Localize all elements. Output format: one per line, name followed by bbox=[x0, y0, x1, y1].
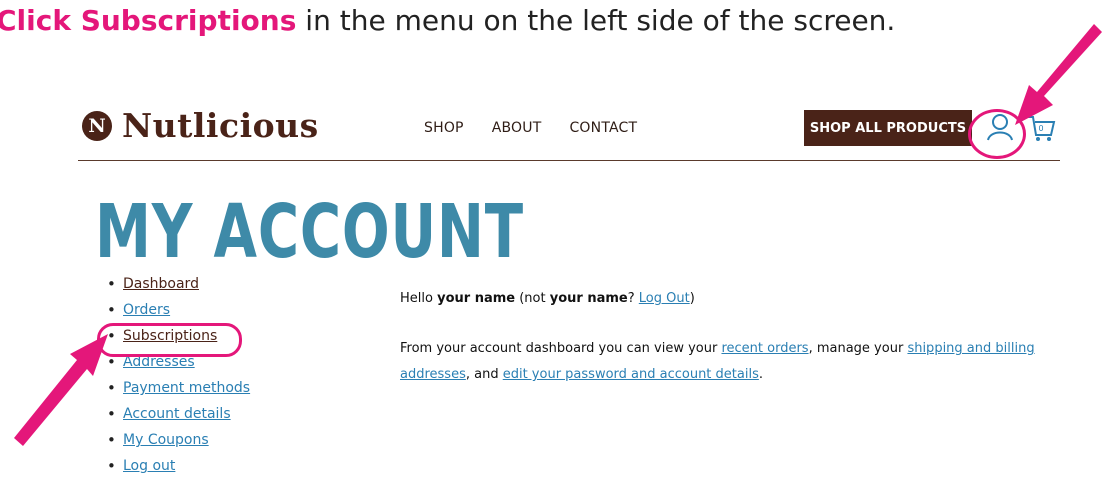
menu-link-log-out[interactable]: Log out bbox=[123, 458, 175, 474]
hello-question: ? bbox=[627, 291, 639, 306]
nav-about[interactable]: ABOUT bbox=[492, 120, 542, 136]
dashboard-text-1: From your account dashboard you can view… bbox=[400, 341, 722, 356]
nav-shop[interactable]: SHOP bbox=[424, 120, 464, 136]
logo-text: Nutlicious bbox=[122, 106, 319, 145]
menu-link-my-coupons[interactable]: My Coupons bbox=[123, 432, 209, 448]
account-details-link[interactable]: edit your password and account details bbox=[503, 367, 759, 382]
dashboard-text-4: . bbox=[758, 367, 763, 382]
arrow-icon-top-right bbox=[1015, 24, 1102, 125]
menu-link-account-details[interactable]: Account details bbox=[123, 406, 231, 422]
header-divider bbox=[78, 160, 1060, 161]
site-header: N Nutlicious SHOP ABOUT CONTACT SHOP ALL… bbox=[70, 86, 1060, 161]
dashboard-text-2: , manage your bbox=[808, 341, 908, 356]
menu-item-log-out[interactable]: Log out bbox=[107, 457, 250, 484]
highlight-circle-subscriptions bbox=[97, 323, 242, 357]
logo-mark-icon: N bbox=[82, 110, 112, 141]
recent-orders-link[interactable]: recent orders bbox=[721, 341, 808, 356]
account-menu: Dashboard Orders Subscriptions Addresses… bbox=[107, 275, 250, 484]
hello-suffix: ) bbox=[689, 291, 695, 306]
user-name-alt: your name bbox=[549, 291, 628, 306]
instruction-rest: in the menu on the left side of the scre… bbox=[296, 4, 896, 37]
menu-item-dashboard[interactable]: Dashboard bbox=[107, 275, 250, 302]
instruction-text: Click Subscriptions in the menu on the l… bbox=[0, 4, 895, 37]
menu-item-payment-methods[interactable]: Payment methods bbox=[107, 379, 250, 406]
dashboard-text: From your account dashboard you can view… bbox=[400, 336, 1050, 388]
menu-item-my-coupons[interactable]: My Coupons bbox=[107, 431, 250, 458]
menu-item-account-details[interactable]: Account details bbox=[107, 405, 250, 432]
menu-link-dashboard[interactable]: Dashboard bbox=[123, 276, 199, 292]
arrow-icon-bottom-left bbox=[14, 334, 108, 446]
site-logo[interactable]: N Nutlicious bbox=[82, 106, 319, 145]
page-title: MY ACCOUNT bbox=[95, 189, 524, 275]
user-name: your name bbox=[437, 291, 516, 306]
shop-all-products-button[interactable]: SHOP ALL PRODUCTS bbox=[804, 110, 972, 146]
menu-link-payment-methods[interactable]: Payment methods bbox=[123, 380, 250, 396]
menu-link-orders[interactable]: Orders bbox=[123, 302, 170, 318]
nav-contact[interactable]: CONTACT bbox=[569, 120, 637, 136]
website-screenshot: N Nutlicious SHOP ABOUT CONTACT SHOP ALL… bbox=[70, 86, 1060, 476]
hello-message: Hello your name (not your name? Log Out) bbox=[400, 291, 695, 306]
hello-prefix: Hello bbox=[400, 291, 438, 306]
menu-item-addresses[interactable]: Addresses bbox=[107, 353, 250, 380]
instruction-strong: Click Subscriptions bbox=[0, 4, 297, 37]
logout-link[interactable]: Log Out bbox=[639, 291, 690, 306]
main-nav: SHOP ABOUT CONTACT bbox=[424, 120, 637, 136]
dashboard-text-3: , and bbox=[465, 367, 503, 382]
hello-middle: (not bbox=[515, 291, 550, 306]
